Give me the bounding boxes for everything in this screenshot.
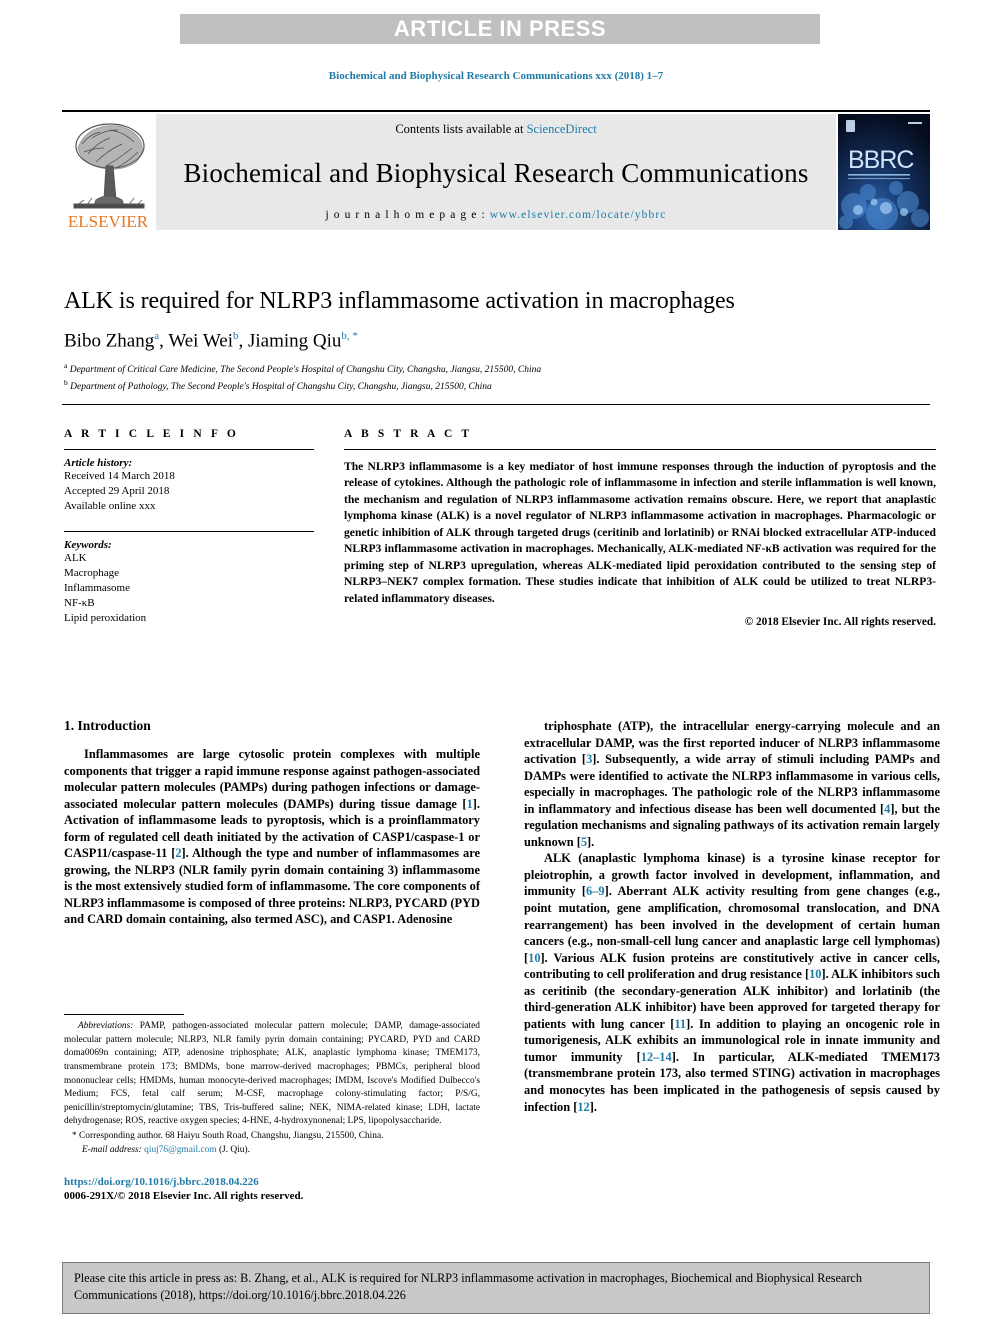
journal-homepage-label: j o u r n a l h o m e p a g e : [325,209,490,221]
body-column-right: triphosphate (ATP), the intracellular en… [524,718,940,1238]
footnote-rule [64,1014,184,1015]
article-history-group: Article history: Received 14 March 2018 … [64,457,314,515]
affiliation-marker: b [64,377,68,387]
affiliation-item: b Department of Pathology, The Second Pe… [64,378,940,395]
abbreviations-label: Abbreviations: [78,1021,134,1031]
elsevier-wordmark: ELSEVIER [67,212,149,230]
article-info-rule [64,449,314,450]
elsevier-tree-icon [73,123,145,209]
intro-paragraph-left: Inflammasomes are large cytosolic protei… [64,747,480,927]
doi-block: https://doi.org/10.1016/j.bbrc.2018.04.2… [64,1176,480,1202]
intro-paragraph-right-2: ALK (anaplastic lymphoma kinase) is a ty… [524,851,940,1114]
email-label: E-mail address: [82,1144,142,1155]
author-affiliation-marker[interactable]: b [233,330,239,342]
article-in-press-label: ARTICLE IN PRESS [393,16,607,41]
journal-title-box: Contents lists available at ScienceDirec… [156,114,836,230]
corresponding-author-text: Corresponding author. 68 Haiyu South Roa… [76,1131,384,1141]
keywords-group: Keywords: ALK Macrophage Inflammasome NF… [64,539,314,627]
corresponding-author-note: * Corresponding author. 68 Haiyu South R… [64,1130,480,1144]
email-note: E-mail address: qiuj76@gmail.com (J. Qiu… [64,1144,480,1158]
keyword-item: Macrophage [64,566,119,579]
article-info-column: A R T I C L E I N F O Article history: R… [64,428,332,628]
abbreviations-note: Abbreviations: PAMP, pathogen-associated… [64,1020,480,1129]
intro-paragraph-right-1: triphosphate (ATP), the intracellular en… [524,719,940,849]
author-name: Wei Wei [168,329,233,351]
contents-lists-line: Contents lists available at ScienceDirec… [395,122,596,137]
abstract-heading: A B S T R A C T [344,428,473,440]
keyword-item: Inflammasome [64,581,130,594]
issn-copyright-line: 0006-291X/© 2018 Elsevier Inc. All right… [64,1190,304,1202]
article-history-received: Received 14 March 2018 [64,470,175,482]
journal-running-reference: Biochemical and Biophysical Research Com… [328,70,664,82]
article-info-heading: A R T I C L E I N F O [64,428,239,440]
author-name: Bibo Zhang [64,329,155,351]
abbreviations-text: PAMP, pathogen-associated molecular patt… [64,1021,480,1127]
elsevier-logo: ELSEVIER [62,114,154,230]
footnote-block: Abbreviations: PAMP, pathogen-associated… [64,1014,480,1157]
author-list: Bibo Zhanga, Wei Weib, Jiaming Qiub, * [64,329,358,351]
journal-homepage-url[interactable]: www.elsevier.com/locate/ybbrc [490,209,667,221]
author-affiliation-marker[interactable]: b, * [341,330,358,342]
doi-link[interactable]: https://doi.org/10.1016/j.bbrc.2018.04.2… [64,1176,480,1188]
affiliation-text: Department of Critical Care Medicine, Th… [69,365,542,376]
article-in-press-banner: ARTICLE IN PRESS [180,14,820,44]
article-history-accepted: Accepted 29 April 2018 [64,485,170,498]
body-column-left: 1. Introduction Inflammasomes are large … [64,718,480,1238]
bbrc-cover-thumbnail: BBRC [838,114,930,230]
cite-this-article-text: Please cite this article in press as: B.… [74,1271,862,1303]
keyword-item: Lipid peroxidation [64,612,147,625]
cite-this-article-box: Please cite this article in press as: B.… [62,1262,930,1314]
affiliation-list: a Department of Critical Care Medicine, … [64,361,940,395]
section-heading-introduction: 1. Introduction [64,718,151,733]
journal-homepage-line: j o u r n a l h o m e p a g e : www.else… [325,209,666,221]
affiliation-item: a Department of Critical Care Medicine, … [64,361,940,378]
keyword-item: ALK [64,551,87,564]
page-title: ALK is required for NLRP3 inflammasome a… [64,288,735,314]
article-history-available: Available online xxx [64,500,156,513]
info-abstract-region: A R T I C L E I N F O Article history: R… [64,428,936,628]
abstract-rule [344,449,936,450]
email-suffix: (J. Qiu). [216,1144,250,1155]
keywords-label: Keywords: [64,538,112,551]
svg-text:BBRC: BBRC [848,146,914,174]
keywords-rule [64,530,314,532]
affiliation-text: Department of Pathology, The Second Peop… [70,382,492,392]
bbrc-cover-art: BBRC [838,114,930,230]
abstract-body: The NLRP3 inflammasome is a key mediator… [344,460,936,605]
journal-masthead: ELSEVIER Contents lists available at Sci… [62,110,930,230]
abstract-column: A B S T R A C T The NLRP3 inflammasome i… [332,428,936,628]
email-link[interactable]: qiuj76@gmail.com [144,1145,216,1155]
affiliation-marker: a [64,360,68,370]
journal-title: Biochemical and Biophysical Research Com… [183,157,809,188]
article-history-label: Article history: [64,457,133,469]
author-affiliation-marker[interactable]: a [154,330,159,342]
keyword-item: NF-κB [64,597,95,610]
title-block: ALK is required for NLRP3 inflammasome a… [64,288,940,395]
section-divider-rule [62,404,930,405]
body-columns: 1. Introduction Inflammasomes are large … [64,718,940,1238]
author-name: Jiaming Qiu [247,329,342,351]
sciencedirect-link[interactable]: ScienceDirect [527,122,597,136]
abstract-copyright: © 2018 Elsevier Inc. All rights reserved… [744,616,936,629]
contents-lists-prefix: Contents lists available at [395,122,527,136]
